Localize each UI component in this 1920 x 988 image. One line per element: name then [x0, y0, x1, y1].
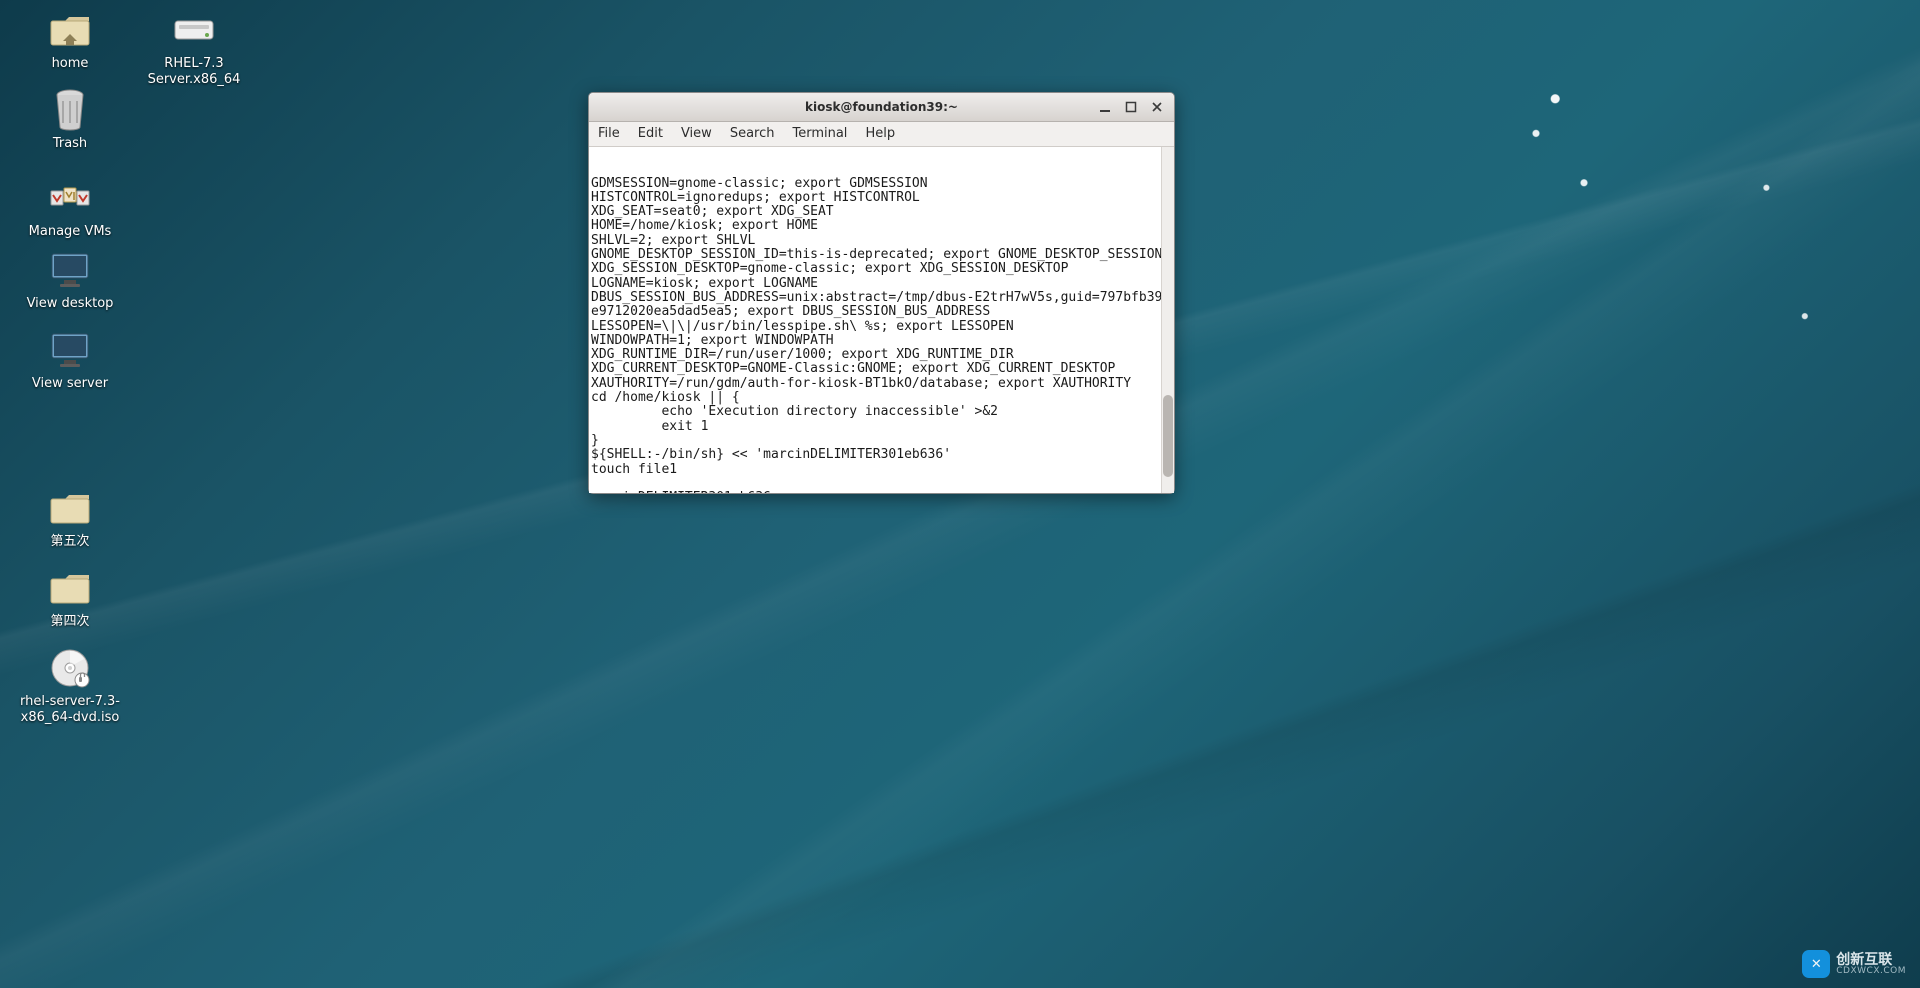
menu-help[interactable]: Help — [856, 122, 904, 146]
desktop-icon-manage-vms[interactable]: Manage VMs — [0, 176, 140, 240]
desktop-icon-folder4[interactable]: 第四次 — [0, 566, 140, 630]
maximize-button[interactable] — [1118, 96, 1144, 118]
terminal-window[interactable]: kiosk@foundation39:~ File Edit View Sear… — [588, 92, 1175, 494]
watermark-badge-icon: ✕ — [1802, 950, 1830, 978]
terminal-output: GDMSESSION=gnome-classic; export GDMSESS… — [591, 177, 1172, 493]
desktop-icon-folder5[interactable]: 第五次 — [0, 486, 140, 550]
trash-icon — [48, 88, 92, 132]
terminal-menubar: File Edit View Search Terminal Help — [589, 122, 1174, 147]
folder-icon — [48, 566, 92, 610]
menu-view[interactable]: View — [672, 122, 721, 146]
menu-terminal[interactable]: Terminal — [783, 122, 856, 146]
icon-label: Trash — [0, 136, 140, 152]
desktop-icon-rhel-drive[interactable]: RHEL-7.3 Server.x86_64 — [124, 8, 264, 89]
icon-label: View server — [0, 376, 140, 392]
desktop-icon-view-server[interactable]: View server — [0, 328, 140, 392]
terminal-scrollbar[interactable] — [1161, 147, 1174, 493]
terminal-body[interactable]: GDMSESSION=gnome-classic; export GDMSESS… — [589, 147, 1174, 493]
menu-file[interactable]: File — [589, 122, 629, 146]
window-titlebar[interactable]: kiosk@foundation39:~ — [589, 93, 1174, 122]
folder-icon — [48, 486, 92, 530]
monitor-icon — [48, 328, 92, 372]
scrollbar-thumb[interactable] — [1163, 395, 1173, 477]
desktop-icon-home[interactable]: home — [0, 8, 140, 72]
icon-label: Manage VMs — [0, 224, 140, 240]
menu-edit[interactable]: Edit — [629, 122, 672, 146]
minimize-button[interactable] — [1092, 96, 1118, 118]
watermark-text: 创新互联 CDXWCX.COM — [1836, 953, 1906, 976]
watermark: ✕ 创新互联 CDXWCX.COM — [1802, 950, 1906, 978]
close-button[interactable] — [1144, 96, 1170, 118]
folder-home-icon — [48, 8, 92, 52]
icon-label: RHEL-7.3 Server.x86_64 — [124, 56, 264, 89]
icon-label: home — [0, 56, 140, 72]
monitor-icon — [48, 248, 92, 292]
desktop-wallpaper: home Trash Manage VMs View desktop View … — [0, 0, 1920, 988]
desktop-icon-view-desktop[interactable]: View desktop — [0, 248, 140, 312]
desktop-icon-iso[interactable]: rhel-server-7.3-x86_64-dvd.iso — [0, 646, 140, 727]
icon-label: 第五次 — [0, 534, 140, 550]
vm-icon — [48, 176, 92, 220]
icon-label: rhel-server-7.3-x86_64-dvd.iso — [0, 694, 140, 727]
desktop-icon-trash[interactable]: Trash — [0, 88, 140, 152]
cd-icon — [48, 646, 92, 690]
drive-icon — [172, 8, 216, 52]
menu-search[interactable]: Search — [721, 122, 784, 146]
icon-label: View desktop — [0, 296, 140, 312]
window-title: kiosk@foundation39:~ — [805, 100, 958, 114]
icon-label: 第四次 — [0, 614, 140, 630]
